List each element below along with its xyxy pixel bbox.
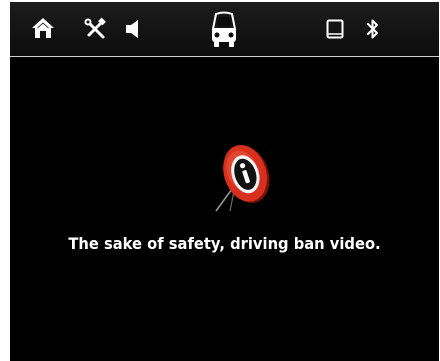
screen: The sake of safety, driving ban video. bbox=[10, 2, 439, 361]
bluetooth-icon[interactable] bbox=[364, 16, 382, 42]
tablet-icon[interactable] bbox=[325, 18, 345, 40]
car-icon[interactable] bbox=[207, 10, 241, 50]
status-bar bbox=[10, 2, 439, 56]
tools-icon[interactable] bbox=[82, 16, 108, 42]
volume-icon[interactable] bbox=[122, 16, 144, 42]
home-icon[interactable] bbox=[30, 15, 56, 41]
info-warning-sign-icon bbox=[210, 137, 274, 213]
content-area: The sake of safety, driving ban video. bbox=[10, 57, 439, 361]
safety-warning-message: The sake of safety, driving ban video. bbox=[68, 234, 381, 253]
